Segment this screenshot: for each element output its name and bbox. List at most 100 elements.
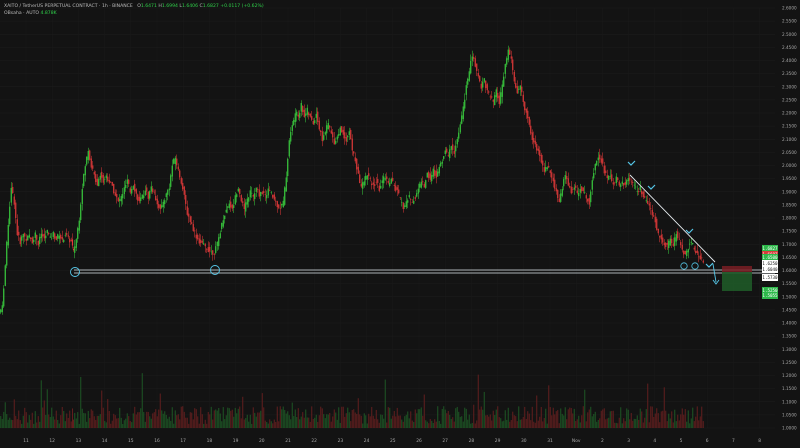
candle-body <box>294 113 296 123</box>
time-axis[interactable]: 11 12 13 14 15 16 17 18 19 20 21 22 23 24 25 26 27 28 29 30… <box>23 438 761 444</box>
candle-body <box>473 57 475 59</box>
volume-bar <box>423 394 425 428</box>
candle-body <box>678 238 680 240</box>
y-tick-label: 2.5500 <box>782 19 797 24</box>
candle-body <box>570 186 572 194</box>
y-tick-label: 1.7000 <box>782 242 797 247</box>
volume-bar <box>225 415 227 428</box>
candle-body <box>359 174 361 184</box>
volume-bar <box>411 420 413 428</box>
candle-body <box>191 222 193 224</box>
candle-body <box>144 190 146 196</box>
candle-body <box>111 181 113 186</box>
candle-body <box>200 239 202 244</box>
volume-bar <box>96 415 98 428</box>
candle-body <box>267 188 269 196</box>
y-tick-label: 2.2000 <box>782 111 797 116</box>
candle-body <box>506 58 508 65</box>
candle-body <box>543 167 545 172</box>
candle-body <box>30 237 32 240</box>
volume-bar <box>432 422 434 428</box>
candle-body <box>16 219 18 236</box>
volume-bar <box>551 415 553 428</box>
volume-bar <box>195 409 197 428</box>
y-tick-label: 1.9500 <box>782 176 797 181</box>
candle-body <box>636 191 638 192</box>
volume-bar <box>689 423 691 428</box>
candle-body <box>70 240 72 242</box>
volume-bar <box>39 421 41 428</box>
candle-body <box>230 201 232 208</box>
candle-body <box>434 169 436 176</box>
volume-bar <box>522 417 524 428</box>
candle-body <box>105 175 107 179</box>
volume-bar <box>602 409 604 428</box>
volume-bar <box>77 412 79 428</box>
candle-body <box>351 138 353 151</box>
volume-bar <box>180 406 182 428</box>
candle-body <box>15 202 17 219</box>
volume-bar <box>696 406 698 428</box>
candle-body <box>75 239 77 248</box>
volume-bar <box>588 409 590 428</box>
symbol-name[interactable]: XAITO / TetherUS PERPETUAL CONTRACT · 1h… <box>4 4 133 9</box>
y-tick-label: 2.0500 <box>782 150 797 155</box>
candle-body <box>320 130 322 133</box>
volume-bar <box>449 414 451 428</box>
volume-bar <box>533 421 535 428</box>
volume-bar <box>87 410 89 428</box>
x-tick-label: 23 <box>338 438 344 444</box>
volume-bar <box>584 389 586 428</box>
volume-bar <box>636 415 638 428</box>
volume-bar <box>126 413 128 428</box>
volume-bar <box>288 415 290 428</box>
candle-body <box>483 78 485 82</box>
volume-bar <box>563 415 565 428</box>
volume-bar <box>137 412 139 428</box>
volume-bar <box>452 417 454 428</box>
volume-bar <box>55 410 57 428</box>
y-tick-label: 2.6000 <box>782 6 797 11</box>
volume-bar <box>530 420 532 428</box>
candle-body <box>315 113 317 118</box>
volume-bar <box>278 421 280 428</box>
candle-body <box>134 183 136 192</box>
volume-bar <box>243 419 245 428</box>
price-chart[interactable]: 2.6000 2.5500 2.5000 2.4500 2.4000 2.3500 2.30… <box>0 0 800 448</box>
candle-body <box>632 182 634 184</box>
volume-bar <box>320 406 322 428</box>
volume-bar <box>401 419 403 428</box>
volume-bar <box>119 407 121 428</box>
candle-body <box>600 158 602 163</box>
candle-body <box>83 173 85 187</box>
volume-bars <box>0 373 704 428</box>
volume-bar <box>612 410 614 428</box>
volume-bar <box>252 407 254 428</box>
candle-body <box>28 234 30 238</box>
volume-bar <box>339 422 341 428</box>
volume-bar <box>585 421 587 428</box>
price-axis[interactable]: 2.6000 2.5500 2.5000 2.4500 2.4000 2.3500 2.30… <box>782 6 797 431</box>
candle-body <box>374 184 376 186</box>
volume-bar <box>630 412 632 428</box>
volume-bar <box>597 419 599 428</box>
volume-bar <box>189 412 191 428</box>
candle-body <box>218 237 220 247</box>
candle-body <box>60 234 62 239</box>
candle-body <box>383 176 385 184</box>
candle-body <box>698 256 700 258</box>
candle-body <box>192 224 194 231</box>
candle-body <box>45 235 47 239</box>
candle-body <box>612 182 614 185</box>
candle-body <box>428 172 430 178</box>
candle-body <box>509 49 511 55</box>
candle-body <box>401 201 403 203</box>
volume-bar <box>683 414 685 428</box>
indicator-line[interactable]: OBsaha · AUTO 4.878K <box>4 10 264 17</box>
candle-body <box>335 140 337 144</box>
candle-body <box>488 91 490 93</box>
x-tick-label: 14 <box>102 438 108 444</box>
volume-bar <box>122 423 124 428</box>
volume-bar <box>491 420 493 428</box>
volume-bar <box>234 407 236 428</box>
